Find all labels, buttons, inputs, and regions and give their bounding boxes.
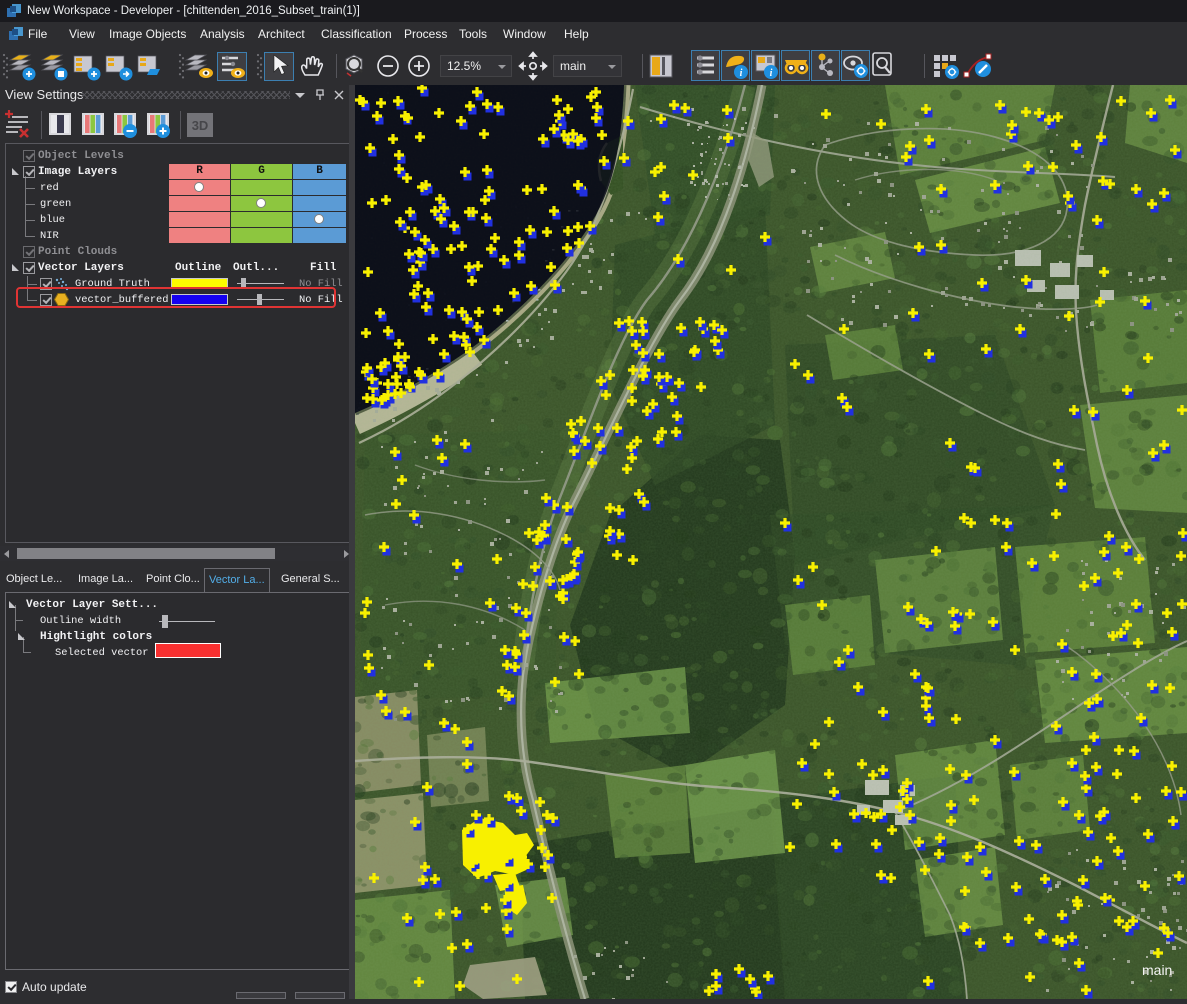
svg-text:3D: 3D	[192, 118, 209, 133]
svg-text:main: main	[1142, 962, 1172, 978]
svg-text:i: i	[740, 68, 743, 79]
svg-text:i: i	[770, 68, 773, 79]
